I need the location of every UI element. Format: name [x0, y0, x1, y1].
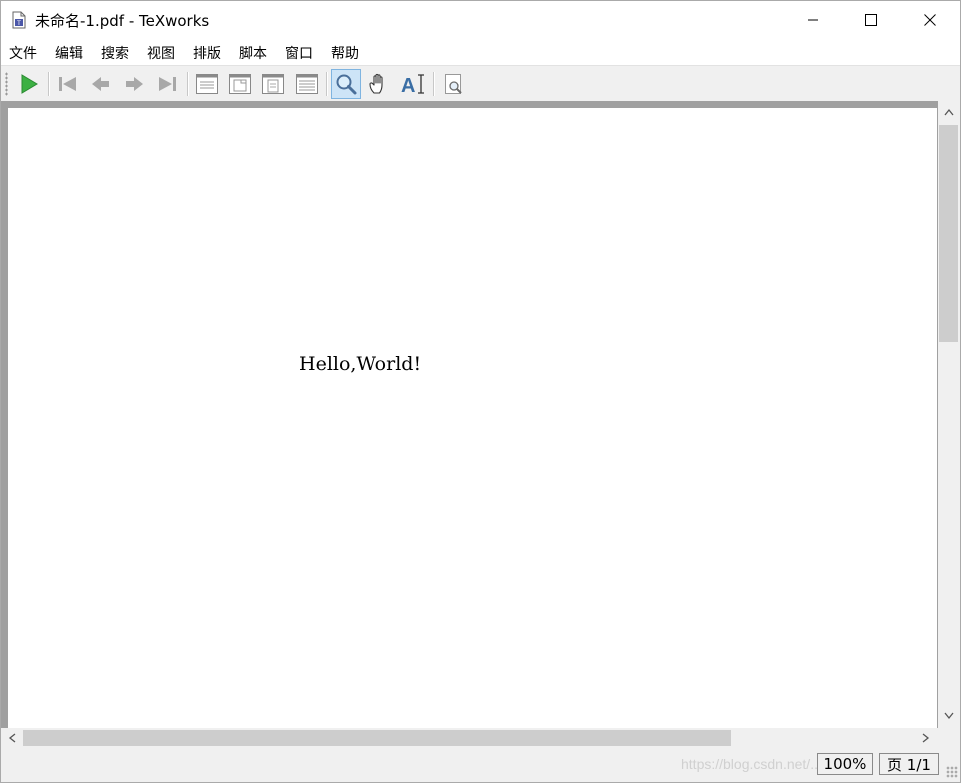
menu-view[interactable]: 视图	[147, 43, 175, 63]
scroll-left-button[interactable]	[3, 728, 21, 748]
title-bar[interactable]: T 未命名-1.pdf - TeXworks	[1, 1, 960, 39]
pdf-viewer[interactable]: Hello,World!	[1, 101, 960, 748]
pdf-page[interactable]: Hello,World!	[8, 108, 937, 728]
watermark-text: https://blog.csdn.net/...	[681, 756, 822, 772]
menu-file[interactable]: 文件	[9, 43, 37, 63]
fit-content-button[interactable]	[292, 69, 322, 99]
pdf-document-icon: T	[12, 11, 26, 29]
typeset-button[interactable]	[14, 69, 44, 99]
texworks-window: T 未命名-1.pdf - TeXworks 文件 编辑 搜索 视图 排版 脚本…	[0, 0, 961, 783]
minimize-icon	[808, 19, 818, 21]
zoom-level[interactable]: 100%	[817, 753, 873, 775]
hand-scroll-tool-button[interactable]	[364, 69, 394, 99]
scroll-down-button[interactable]	[938, 707, 960, 725]
svg-text:T: T	[16, 20, 21, 27]
next-page-icon	[126, 77, 143, 91]
maximize-icon	[865, 14, 877, 26]
fit-width-icon	[229, 74, 251, 94]
first-page-button[interactable]	[52, 69, 82, 99]
vertical-scroll-thumb[interactable]	[939, 125, 958, 342]
minimize-button[interactable]	[784, 1, 842, 39]
previous-page-button[interactable]	[86, 69, 116, 99]
toolbar-grip[interactable]	[5, 72, 8, 96]
menu-scripts[interactable]: 脚本	[239, 43, 267, 63]
menu-bar: 文件 编辑 搜索 视图 排版 脚本 窗口 帮助	[1, 39, 960, 65]
zoom-page-icon	[445, 74, 462, 94]
toolbar-separator	[433, 72, 435, 96]
document-text: Hello,World!	[299, 353, 422, 375]
magnify-tool-button[interactable]	[331, 69, 361, 99]
previous-page-icon	[92, 77, 109, 91]
last-page-button[interactable]	[153, 69, 183, 99]
menu-help[interactable]: 帮助	[331, 43, 359, 63]
select-text-icon: A	[401, 74, 424, 96]
horizontal-scrollbar[interactable]	[1, 728, 938, 748]
scroll-right-button[interactable]	[917, 728, 935, 748]
svg-text:A: A	[401, 75, 415, 96]
magnify-icon	[336, 74, 357, 95]
typeset-play-icon	[21, 74, 38, 94]
menu-edit[interactable]: 编辑	[55, 43, 83, 63]
scroll-up-button[interactable]	[938, 103, 960, 121]
chevron-down-icon	[944, 712, 954, 720]
scrollbar-corner	[938, 728, 960, 748]
chevron-right-icon	[922, 733, 930, 743]
toolbar-separator	[326, 72, 328, 96]
fit-content-icon	[296, 74, 318, 94]
vertical-scrollbar[interactable]	[938, 101, 960, 728]
window-title: 未命名-1.pdf - TeXworks	[35, 12, 210, 30]
actual-size-icon	[196, 74, 218, 94]
maximize-button[interactable]	[842, 1, 900, 39]
menu-typeset[interactable]: 排版	[193, 43, 221, 63]
close-button[interactable]	[901, 1, 959, 39]
hand-scroll-icon	[369, 73, 383, 94]
status-bar: https://blog.csdn.net/... 100% 页 1/1	[1, 748, 960, 782]
zoom-page-button[interactable]	[439, 69, 469, 99]
menu-search[interactable]: 搜索	[101, 43, 129, 63]
first-page-icon	[59, 77, 76, 91]
resize-grip[interactable]	[946, 766, 958, 778]
fit-width-button[interactable]	[225, 69, 255, 99]
fit-page-icon	[262, 74, 284, 94]
actual-size-button[interactable]	[192, 69, 222, 99]
fit-page-button[interactable]	[258, 69, 288, 99]
toolbar-separator	[187, 72, 189, 96]
close-icon	[924, 14, 936, 26]
next-page-button[interactable]	[119, 69, 149, 99]
horizontal-scroll-thumb[interactable]	[23, 730, 731, 746]
toolbar: A	[1, 65, 960, 102]
chevron-left-icon	[8, 733, 16, 743]
page-indicator[interactable]: 页 1/1	[879, 753, 939, 775]
chevron-up-icon	[944, 108, 954, 116]
menu-window[interactable]: 窗口	[285, 43, 313, 63]
last-page-icon	[159, 77, 176, 91]
select-text-tool-button[interactable]: A	[398, 69, 428, 99]
toolbar-separator	[48, 72, 50, 96]
